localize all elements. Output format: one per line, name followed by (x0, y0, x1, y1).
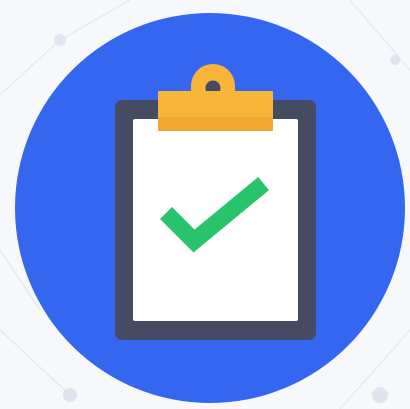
clipboard-check-icon (15, 13, 405, 403)
icon-canvas (0, 0, 410, 409)
